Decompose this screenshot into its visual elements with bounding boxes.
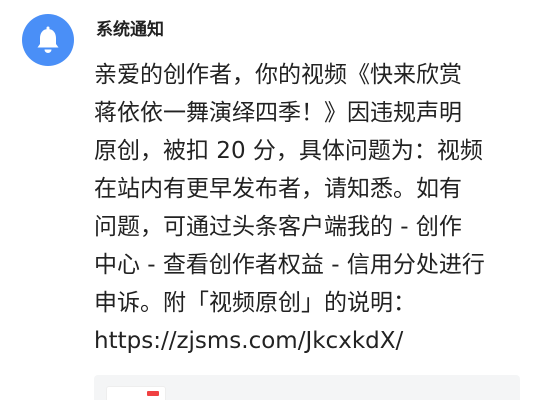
- avatar: [22, 14, 74, 66]
- link-preview-card[interactable]: [94, 375, 520, 400]
- message-line: 问题，可通过头条客户端我的 - 创作: [94, 214, 462, 240]
- message-line: 中心 - 查看创作者权益 - 信用分处进行: [94, 252, 485, 278]
- message-line: 亲爱的创作者，你的视频《快来欣赏: [94, 62, 462, 88]
- message-line: 申诉。附「视频原创」的说明：: [94, 290, 416, 316]
- link-thumbnail: [106, 386, 166, 400]
- message-line: 原创，被扣 20 分，具体问题为：视频: [94, 138, 483, 164]
- message-line: 在站内有更早发布者，请知悉。如有: [94, 176, 462, 202]
- sender-name: 系统通知: [96, 20, 164, 40]
- message-link[interactable]: https://zjsms.com/JkcxkdX/: [94, 322, 534, 360]
- message-body: 亲爱的创作者，你的视频《快来欣赏 蒋依依一舞演绎四季！》因违规声明 原创，被扣 …: [94, 56, 534, 360]
- bell-icon: [37, 26, 59, 53]
- message-line: 蒋依依一舞演绎四季！》因违规声明: [94, 100, 462, 126]
